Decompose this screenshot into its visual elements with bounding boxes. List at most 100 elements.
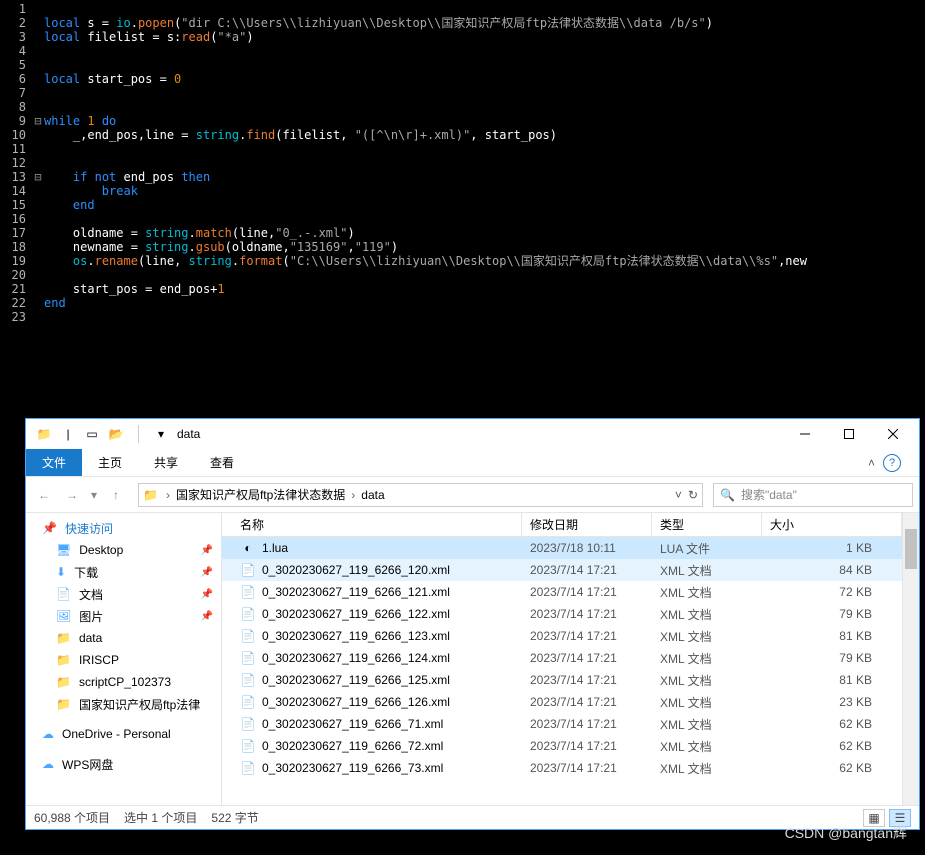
breadcrumb-current[interactable]: data — [357, 488, 388, 502]
column-date[interactable]: 修改日期 — [522, 513, 652, 536]
file-type: XML 文档 — [652, 628, 762, 645]
code-line[interactable] — [44, 310, 925, 324]
chevron-right-icon[interactable]: › — [349, 488, 357, 502]
file-list[interactable]: ◐1.lua2023/7/18 10:11LUA 文件1 KB📄0_302023… — [222, 537, 902, 805]
file-icon: 📄 — [240, 562, 256, 578]
file-date: 2023/7/14 17:21 — [522, 651, 652, 665]
recent-dropdown-icon[interactable]: ▾ — [88, 483, 100, 507]
open-icon[interactable]: 📂 — [108, 426, 124, 442]
code-line[interactable]: os.rename(line, string.format("C:\\Users… — [44, 254, 925, 268]
minimize-button[interactable] — [783, 420, 827, 448]
code-editor[interactable]: 12local s = io.popen("dir C:\\Users\\liz… — [0, 0, 925, 324]
table-row[interactable]: 📄0_3020230627_119_6266_121.xml2023/7/14 … — [222, 581, 902, 603]
code-line[interactable]: start_pos = end_pos+1 — [44, 282, 925, 296]
status-bytes: 522 字节 — [211, 809, 258, 826]
code-line[interactable]: end — [44, 296, 925, 310]
sidebar-item-label: Desktop — [79, 543, 123, 557]
sidebar-item[interactable]: 🖼图片📌 — [26, 605, 221, 627]
code-line[interactable]: local filelist = s:read("*a") — [44, 30, 925, 44]
code-line[interactable] — [44, 100, 925, 114]
code-line[interactable] — [44, 142, 925, 156]
code-line[interactable]: while 1 do — [44, 114, 925, 128]
file-date: 2023/7/18 10:11 — [522, 541, 652, 555]
code-line[interactable]: _,end_pos,line = string.find(filelist, "… — [44, 128, 925, 142]
cloud-icon: ☁ — [42, 727, 54, 741]
file-name: 0_3020230627_119_6266_120.xml — [262, 563, 450, 577]
table-row[interactable]: 📄0_3020230627_119_6266_72.xml2023/7/14 1… — [222, 735, 902, 757]
tab-view[interactable]: 查看 — [194, 449, 250, 476]
sidebar-wps[interactable]: ☁ WPS网盘 — [26, 753, 221, 775]
forward-button[interactable]: → — [60, 483, 84, 507]
file-date: 2023/7/14 17:21 — [522, 585, 652, 599]
up-button[interactable]: ↑ — [104, 483, 128, 507]
column-size[interactable]: 大小 — [762, 513, 902, 536]
code-line[interactable]: oldname = string.match(line,"0_.-.xml") — [44, 226, 925, 240]
code-line[interactable]: local s = io.popen("dir C:\\Users\\lizhi… — [44, 16, 925, 30]
table-row[interactable]: 📄0_3020230627_119_6266_122.xml2023/7/14 … — [222, 603, 902, 625]
code-line[interactable]: newname = string.gsub(oldname,"135169","… — [44, 240, 925, 254]
sidebar-item[interactable]: 📄文档📌 — [26, 583, 221, 605]
address-bar[interactable]: 📁 › 国家知识产权局ftp法律状态数据 › data ˅ ↻ — [138, 483, 703, 507]
code-line[interactable] — [44, 156, 925, 170]
help-icon[interactable]: ? — [883, 454, 901, 472]
close-button[interactable] — [871, 420, 915, 448]
sidebar[interactable]: 📌 快速访问 🖥Desktop📌⬇下载📌📄文档📌🖼图片📌📁data📁IRISCP… — [26, 513, 222, 805]
scrollbar-thumb[interactable] — [905, 529, 917, 569]
chevron-right-icon[interactable]: › — [164, 488, 172, 502]
docs-icon: 📄 — [56, 587, 71, 601]
tab-share[interactable]: 共享 — [138, 449, 194, 476]
qat-dropdown-icon[interactable]: ▾ — [153, 426, 169, 442]
code-line[interactable] — [44, 2, 925, 16]
sidebar-item[interactable]: 📁国家知识产权局ftp法律 — [26, 693, 221, 715]
sidebar-item[interactable]: ⬇下载📌 — [26, 561, 221, 583]
table-row[interactable]: ◐1.lua2023/7/18 10:11LUA 文件1 KB — [222, 537, 902, 559]
code-line[interactable]: local start_pos = 0 — [44, 72, 925, 86]
breadcrumb-parent[interactable]: 国家知识产权局ftp法律状态数据 — [172, 486, 349, 503]
sidebar-item[interactable]: 📁scriptCP_102373 — [26, 671, 221, 693]
code-line[interactable]: break — [44, 184, 925, 198]
code-line[interactable] — [44, 268, 925, 282]
table-row[interactable]: 📄0_3020230627_119_6266_120.xml2023/7/14 … — [222, 559, 902, 581]
table-row[interactable]: 📄0_3020230627_119_6266_126.xml2023/7/14 … — [222, 691, 902, 713]
line-number: 11 — [0, 142, 32, 156]
sidebar-onedrive[interactable]: ☁ OneDrive - Personal — [26, 723, 221, 745]
table-row[interactable]: 📄0_3020230627_119_6266_125.xml2023/7/14 … — [222, 669, 902, 691]
scrollbar[interactable] — [902, 513, 919, 805]
code-line[interactable] — [44, 44, 925, 58]
sidebar-quick-access[interactable]: 📌 快速访问 — [26, 517, 221, 539]
code-line[interactable] — [44, 58, 925, 72]
tab-home[interactable]: 主页 — [82, 449, 138, 476]
table-row[interactable]: 📄0_3020230627_119_6266_71.xml2023/7/14 1… — [222, 713, 902, 735]
back-button[interactable]: ← — [32, 483, 56, 507]
line-number: 16 — [0, 212, 32, 226]
maximize-button[interactable] — [827, 420, 871, 448]
props-icon[interactable]: ▭ — [84, 426, 100, 442]
line-number: 10 — [0, 128, 32, 142]
table-row[interactable]: 📄0_3020230627_119_6266_73.xml2023/7/14 1… — [222, 757, 902, 779]
minimize-ribbon-icon[interactable]: ˄ — [868, 456, 875, 470]
column-name[interactable]: 名称 — [232, 513, 522, 536]
desktop-icon: 🖥 — [56, 543, 71, 557]
titlebar[interactable]: 📁 | ▭ 📂 ▾ data — [26, 419, 919, 449]
table-row[interactable]: 📄0_3020230627_119_6266_124.xml2023/7/14 … — [222, 647, 902, 669]
divider — [138, 425, 139, 443]
code-line[interactable]: if not end_pos then — [44, 170, 925, 184]
line-number: 17 — [0, 226, 32, 240]
code-line[interactable]: end — [44, 198, 925, 212]
sidebar-item[interactable]: 📁IRISCP — [26, 649, 221, 671]
code-line[interactable] — [44, 212, 925, 226]
tab-file[interactable]: 文件 — [26, 449, 82, 476]
sidebar-item[interactable]: 📁data — [26, 627, 221, 649]
line-number: 13 — [0, 170, 32, 184]
table-row[interactable]: 📄0_3020230627_119_6266_123.xml2023/7/14 … — [222, 625, 902, 647]
column-type[interactable]: 类型 — [652, 513, 762, 536]
search-input[interactable]: 🔍 搜索"data" — [713, 483, 913, 507]
line-number: 5 — [0, 58, 32, 72]
file-size: 62 KB — [762, 761, 902, 775]
address-dropdown-icon[interactable]: ˅ — [675, 488, 682, 502]
code-line[interactable] — [44, 86, 925, 100]
sidebar-item-label: 下载 — [74, 564, 98, 581]
folder-icon: 📁 — [36, 426, 52, 442]
sidebar-item[interactable]: 🖥Desktop📌 — [26, 539, 221, 561]
refresh-icon[interactable]: ↻ — [688, 488, 698, 502]
